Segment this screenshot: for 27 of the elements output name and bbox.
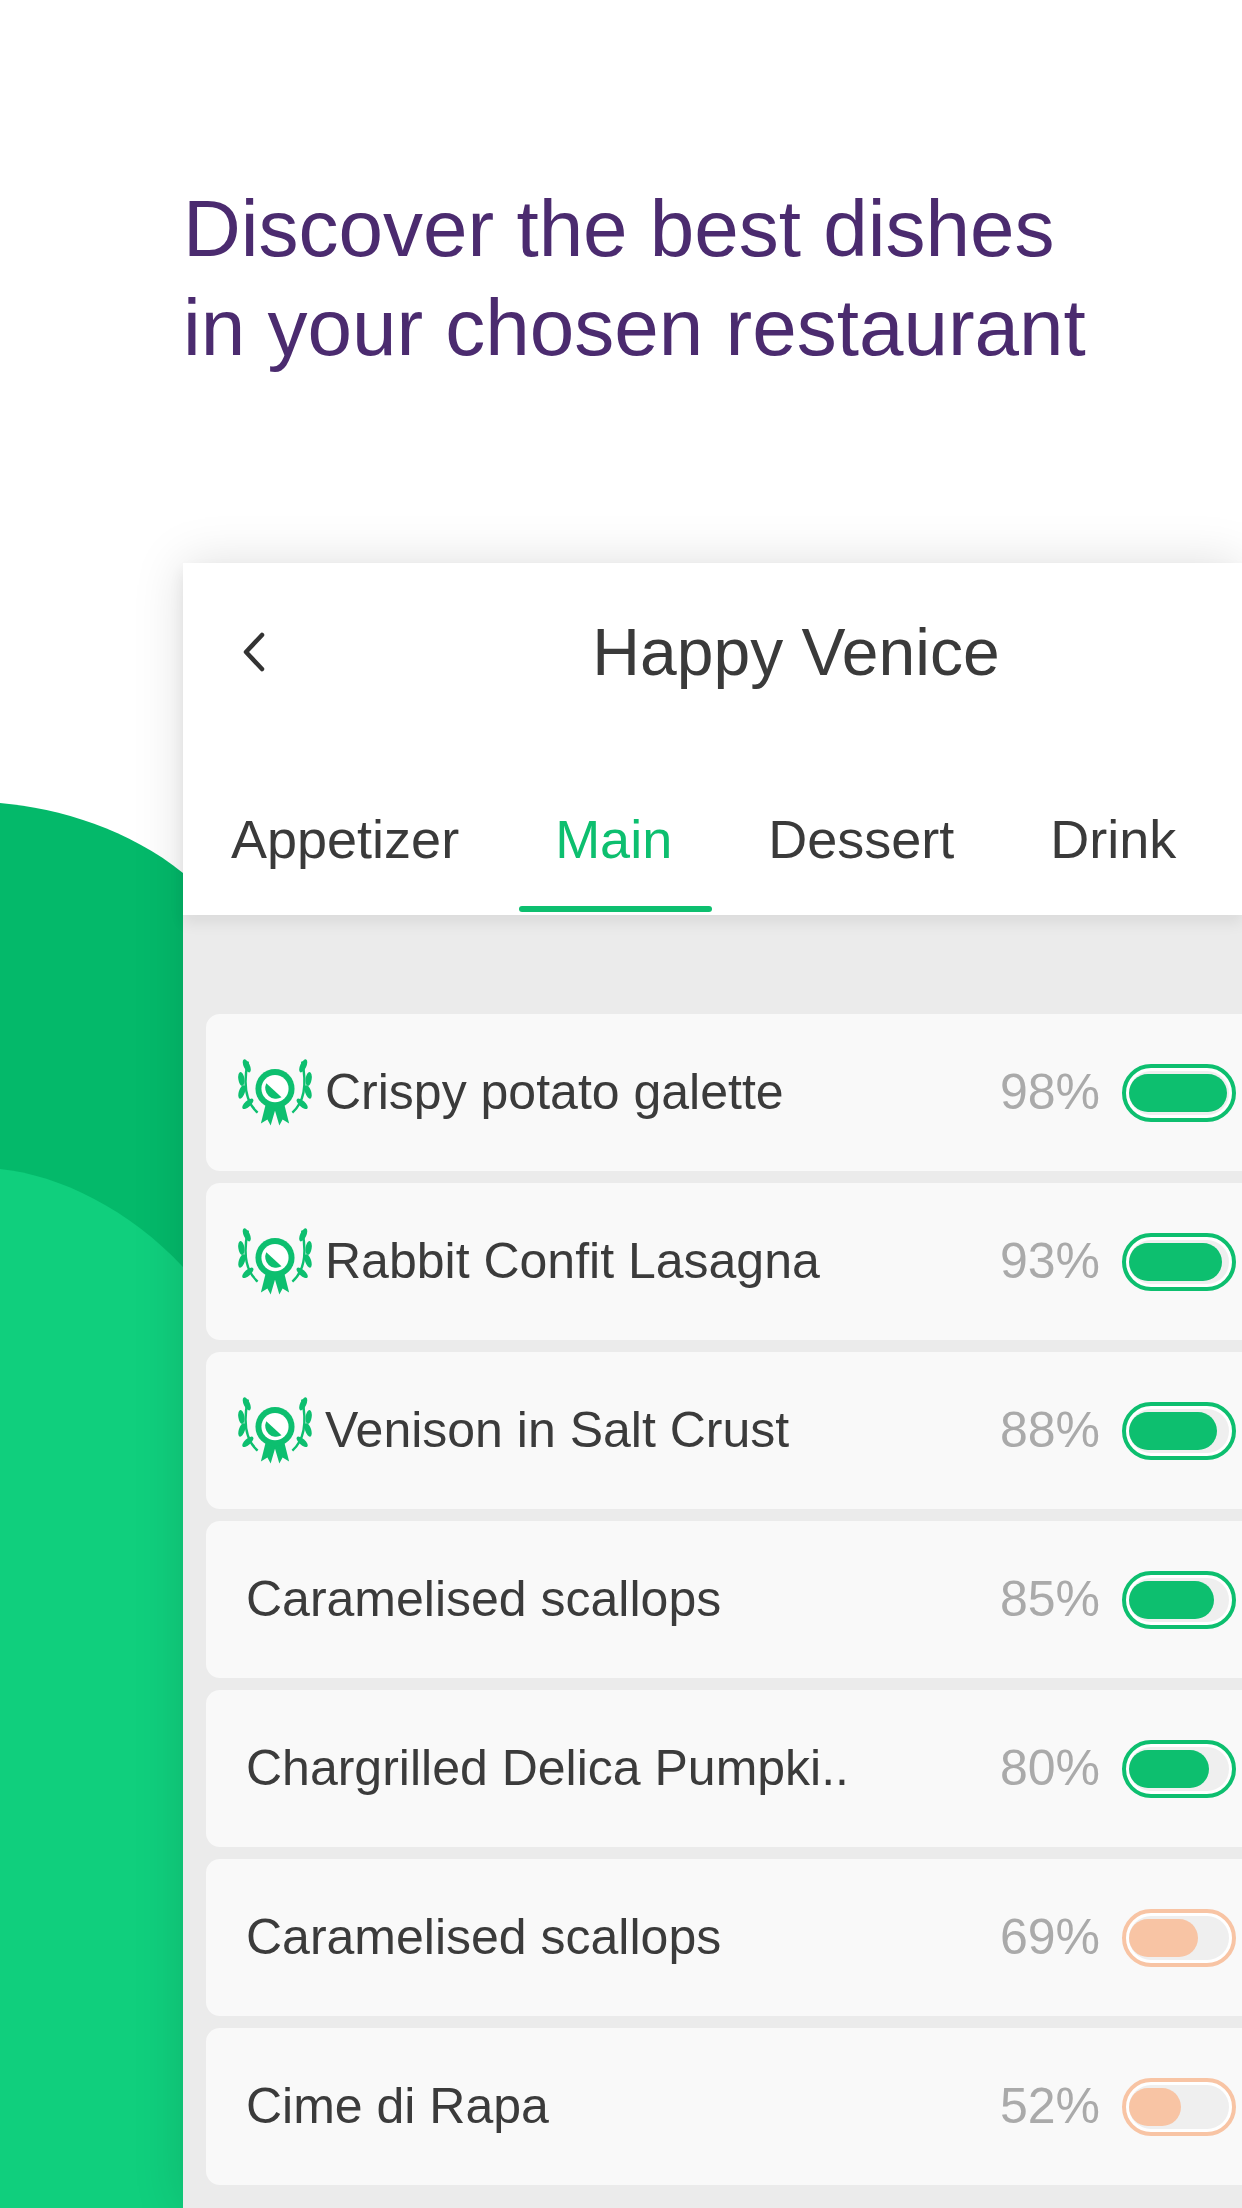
dish-name: Venison in Salt Crust bbox=[325, 1402, 790, 1458]
match-percentage: 80% bbox=[1000, 1740, 1101, 1796]
headline: Discover the best dishes in your chosen restaurant bbox=[183, 183, 1087, 374]
match-percentage: 69% bbox=[1000, 1909, 1101, 1965]
dish-name: Chargrilled Delica Pumpki.. bbox=[246, 1740, 849, 1796]
dish-row[interactable]: Caramelised scallops 85% bbox=[206, 1521, 1242, 1678]
dish-name: Caramelised scallops bbox=[246, 1909, 722, 1965]
category-tab[interactable]: Drink bbox=[1002, 741, 1225, 915]
match-percentage: 98% bbox=[1000, 1064, 1101, 1120]
match-percentage: 93% bbox=[1000, 1233, 1101, 1289]
dish-row[interactable]: Crispy potato galette 98% bbox=[206, 1014, 1242, 1171]
dish-row[interactable]: Chargrilled Delica Pumpki.. 80% bbox=[206, 1690, 1242, 1847]
dish-row[interactable]: Rabbit Confit Lasagna 93% bbox=[206, 1183, 1242, 1340]
match-percentage: 85% bbox=[1000, 1571, 1101, 1627]
restaurant-title: Happy Venice bbox=[592, 613, 1000, 691]
dish-row[interactable]: Caramelised scallops 69% bbox=[206, 1859, 1242, 2016]
dish-name: Rabbit Confit Lasagna bbox=[325, 1233, 820, 1289]
dish-name: Caramelised scallops bbox=[246, 1571, 722, 1627]
chevron-left-icon bbox=[243, 632, 265, 672]
dish-name: Cime di Rapa bbox=[246, 2078, 549, 2134]
dish-name: Crispy potato galette bbox=[325, 1064, 784, 1120]
category-tab[interactable]: Appetizer bbox=[183, 741, 508, 915]
match-percentage: 88% bbox=[1000, 1402, 1101, 1458]
dish-row[interactable]: Cime di Rapa 52% bbox=[206, 2028, 1242, 2185]
category-tab[interactable]: Dessert bbox=[720, 741, 1003, 915]
dish-row[interactable]: Venison in Salt Crust 88% bbox=[206, 1352, 1242, 1509]
match-percentage: 52% bbox=[1000, 2078, 1101, 2134]
